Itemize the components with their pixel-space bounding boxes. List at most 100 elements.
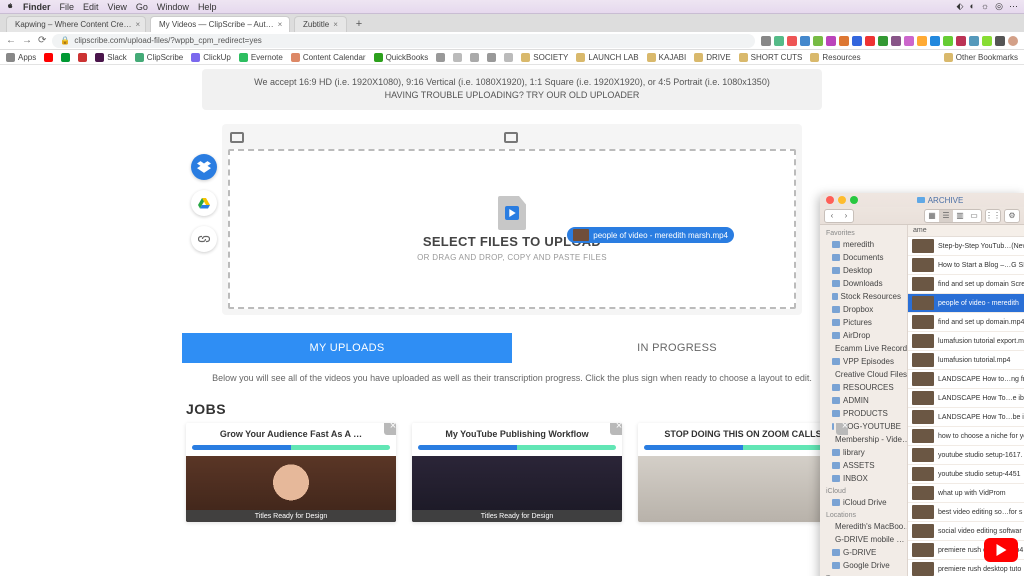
- trouble-uploading-link[interactable]: HAVING TROUBLE UPLOADING? TRY OUR OLD UP…: [212, 90, 812, 100]
- new-tab-button[interactable]: +: [351, 16, 367, 32]
- sidebar-item[interactable]: AirDrop: [820, 329, 907, 342]
- back-button[interactable]: ←: [6, 35, 16, 46]
- bookmark-item[interactable]: ClickUp: [191, 53, 231, 62]
- sidebar-item[interactable]: INBOX: [820, 472, 907, 485]
- tab-in-progress[interactable]: IN PROGRESS: [512, 333, 842, 363]
- profile-avatar[interactable]: [1008, 36, 1018, 46]
- bookmark-folder[interactable]: SHORT CUTS: [739, 53, 803, 62]
- sidebar-item[interactable]: ASSETS: [820, 459, 907, 472]
- ext-icon[interactable]: [982, 36, 992, 46]
- forward-button[interactable]: →: [22, 35, 32, 46]
- sidebar-item[interactable]: BLOG-YOUTUBE: [820, 420, 907, 433]
- browser-tab-active[interactable]: My Videos — ClipScribe – Aut…×: [150, 16, 290, 32]
- bookmark-folder[interactable]: DRIVE: [694, 53, 730, 62]
- close-tab-icon[interactable]: ×: [333, 20, 338, 29]
- sidebar-item[interactable]: Creative Cloud Files: [820, 368, 907, 381]
- bookmark-item[interactable]: QuickBooks: [374, 53, 429, 62]
- zoom-window-button[interactable]: [850, 196, 858, 204]
- menu-help[interactable]: Help: [198, 2, 217, 12]
- ext-icon[interactable]: [930, 36, 940, 46]
- bookmark-item[interactable]: [61, 53, 70, 62]
- bookmark-item[interactable]: [504, 53, 513, 62]
- close-window-button[interactable]: [826, 196, 834, 204]
- sidebar-item[interactable]: Pictures: [820, 316, 907, 329]
- ext-icon[interactable]: [787, 36, 797, 46]
- sidebar-item[interactable]: RESOURCES: [820, 381, 907, 394]
- ext-icon[interactable]: [995, 36, 1005, 46]
- ext-icon[interactable]: [774, 36, 784, 46]
- action-button[interactable]: ⚙: [1005, 210, 1019, 222]
- bookmark-item[interactable]: [44, 53, 53, 62]
- ext-icon[interactable]: [878, 36, 888, 46]
- dropbox-button[interactable]: [191, 154, 217, 180]
- bookmark-item[interactable]: ClipScribe: [135, 53, 183, 62]
- file-row[interactable]: people of video - meredith: [908, 294, 1024, 313]
- sidebar-item[interactable]: Dropbox: [820, 303, 907, 316]
- view-list[interactable]: ☰: [939, 210, 953, 222]
- bookmark-item[interactable]: [453, 53, 462, 62]
- file-row[interactable]: what up with VidProm: [908, 484, 1024, 503]
- sidebar-item[interactable]: Google Drive: [820, 559, 907, 572]
- finder-window[interactable]: ARCHIVE ‹ › ▦ ☰ ▥ ▭ ⋮⋮ ⚙ Favorites mered…: [820, 193, 1024, 576]
- file-row[interactable]: LANDSCAPE How to…ng fro: [908, 370, 1024, 389]
- tab-my-uploads[interactable]: MY UPLOADS: [182, 333, 512, 363]
- file-row[interactable]: premiere rush desktop tuto: [908, 560, 1024, 576]
- column-header-name[interactable]: ame: [908, 225, 1024, 237]
- ext-icon[interactable]: [969, 36, 979, 46]
- bookmark-item[interactable]: [470, 53, 479, 62]
- google-drive-button[interactable]: [191, 190, 217, 216]
- ext-icon[interactable]: [852, 36, 862, 46]
- job-card[interactable]: × My YouTube Publishing Workflow Titles …: [412, 423, 622, 522]
- address-bar[interactable]: 🔒 clipscribe.com/upload-files/?wppb_cpm_…: [52, 34, 755, 48]
- close-tab-icon[interactable]: ×: [136, 20, 141, 29]
- status-icon[interactable]: ☼: [981, 1, 989, 12]
- ext-icon[interactable]: [917, 36, 927, 46]
- ext-icon[interactable]: [956, 36, 966, 46]
- sidebar-item[interactable]: Documents: [820, 251, 907, 264]
- arrange-button[interactable]: ⋮⋮: [986, 210, 1000, 222]
- status-icon[interactable]: ⋯: [1009, 1, 1018, 12]
- ext-icon[interactable]: [891, 36, 901, 46]
- menu-file[interactable]: File: [60, 2, 75, 12]
- sidebar-item[interactable]: ADMIN: [820, 394, 907, 407]
- file-row[interactable]: Step-by-Step YouTub…(New: [908, 237, 1024, 256]
- bookmark-folder[interactable]: Resources: [810, 53, 860, 62]
- sidebar-item[interactable]: meredith: [820, 238, 907, 251]
- reload-button[interactable]: ⟳: [38, 35, 46, 46]
- sidebar-item[interactable]: Downloads: [820, 277, 907, 290]
- bookmark-item[interactable]: Content Calendar: [291, 53, 366, 62]
- ext-icon[interactable]: [800, 36, 810, 46]
- close-job-button[interactable]: ×: [384, 423, 396, 435]
- file-row[interactable]: LANDSCAPE How To…be iB: [908, 408, 1024, 427]
- menu-go[interactable]: Go: [136, 2, 148, 12]
- menu-edit[interactable]: Edit: [83, 2, 99, 12]
- bookmark-item[interactable]: [436, 53, 445, 62]
- device-icon[interactable]: [230, 132, 244, 143]
- bookmark-item[interactable]: Slack: [95, 53, 127, 62]
- file-row[interactable]: lumafusion tutorial.mp4: [908, 351, 1024, 370]
- sidebar-item[interactable]: PRODUCTS: [820, 407, 907, 420]
- file-row[interactable]: find and set up domain Scre: [908, 275, 1024, 294]
- ext-icon[interactable]: [943, 36, 953, 46]
- finder-forward-button[interactable]: ›: [839, 210, 853, 222]
- other-bookmarks[interactable]: Other Bookmarks: [944, 53, 1018, 62]
- status-icon[interactable]: ◎: [995, 1, 1003, 12]
- file-row[interactable]: youtube studio setup-4451: [908, 465, 1024, 484]
- menu-view[interactable]: View: [108, 2, 127, 12]
- ext-icon[interactable]: [761, 36, 771, 46]
- file-row[interactable]: LANDSCAPE How To…e iby: [908, 389, 1024, 408]
- view-gallery[interactable]: ▭: [967, 210, 981, 222]
- ext-icon[interactable]: [839, 36, 849, 46]
- bookmark-folder[interactable]: SOCIETY: [521, 53, 568, 62]
- bookmark-item[interactable]: [487, 53, 496, 62]
- dropbox-menubar-icon[interactable]: ⬖: [957, 1, 964, 12]
- play-button[interactable]: [984, 538, 1018, 562]
- ext-icon[interactable]: [813, 36, 823, 46]
- view-icons[interactable]: ▦: [925, 210, 939, 222]
- link-button[interactable]: [191, 226, 217, 252]
- status-icon[interactable]: ◐: [969, 1, 974, 12]
- bookmark-item[interactable]: Apps: [6, 53, 36, 62]
- sidebar-item[interactable]: G-DRIVE: [820, 546, 907, 559]
- file-row[interactable]: lumafusion tutorial export.m: [908, 332, 1024, 351]
- close-tab-icon[interactable]: ×: [278, 20, 283, 29]
